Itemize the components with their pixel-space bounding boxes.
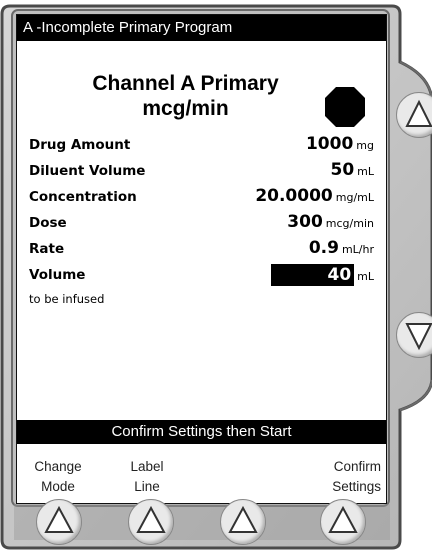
arrow-up-icon xyxy=(136,505,166,533)
display-screen: A -Incomplete Primary Program Channel A … xyxy=(16,14,387,504)
diluent-volume-value: 50 xyxy=(330,160,355,180)
row-volume: Volume 40 mL xyxy=(29,264,374,291)
rate-value: 0.9 xyxy=(308,238,339,258)
softkey-label-change-mode: Change Mode xyxy=(34,459,82,494)
drug-amount-unit: mg xyxy=(356,139,374,152)
infusion-pump-device: A -Incomplete Primary Program Channel A … xyxy=(0,0,432,550)
softkey-label-confirm-settings: Confirm Settings xyxy=(332,459,381,494)
concentration-value: 20.0000 xyxy=(255,186,333,206)
volume-unit: mL xyxy=(357,270,374,283)
row-dose: Dose 300 mcg/min xyxy=(29,212,374,239)
softkey-button-1[interactable] xyxy=(36,499,82,545)
arrow-down-icon xyxy=(405,323,432,351)
drug-amount-value: 1000 xyxy=(305,134,354,154)
channel-heading: Channel A Primary xyxy=(92,72,279,95)
dose-label: Dose xyxy=(29,215,67,231)
softkey-button-4[interactable] xyxy=(320,499,366,545)
arrow-up-icon xyxy=(405,99,432,127)
rate-label: Rate xyxy=(29,241,65,257)
drug-amount-label: Drug Amount xyxy=(29,137,131,153)
dose-unit-heading: mcg/min xyxy=(142,97,229,120)
diluent-volume-label: Diluent Volume xyxy=(29,163,146,179)
volume-label: Volume xyxy=(29,267,86,283)
arrow-up-icon xyxy=(44,505,74,533)
dose-value: 300 xyxy=(287,212,323,232)
stop-octagon-icon xyxy=(325,87,365,127)
softkey-label-label-line: Label Line xyxy=(130,459,164,494)
dose-unit: mcg/min xyxy=(325,217,374,230)
row-drug-amount: Drug Amount 1000 mg xyxy=(29,134,374,161)
volume-sublabel: to be infused xyxy=(29,292,105,306)
row-concentration: Concentration 20.0000 mg/mL xyxy=(29,186,374,213)
softkey-button-3[interactable] xyxy=(220,499,266,545)
concentration-label: Concentration xyxy=(29,189,137,205)
title-bar: A -Incomplete Primary Program xyxy=(17,15,386,41)
scroll-down-button[interactable] xyxy=(396,312,432,358)
volume-input-field[interactable]: 40 xyxy=(271,264,355,286)
rate-unit: mL/hr xyxy=(341,243,374,256)
diluent-volume-unit: mL xyxy=(357,165,374,178)
row-diluent-volume: Diluent Volume 50 mL xyxy=(29,160,374,187)
scroll-up-button[interactable] xyxy=(396,92,432,138)
status-prompt-bar: Confirm Settings then Start xyxy=(17,420,386,444)
softkey-button-2[interactable] xyxy=(128,499,174,545)
row-rate: Rate 0.9 mL/hr xyxy=(29,238,374,265)
arrow-up-icon xyxy=(228,505,258,533)
arrow-up-icon xyxy=(328,505,358,533)
concentration-unit: mg/mL xyxy=(335,191,374,204)
